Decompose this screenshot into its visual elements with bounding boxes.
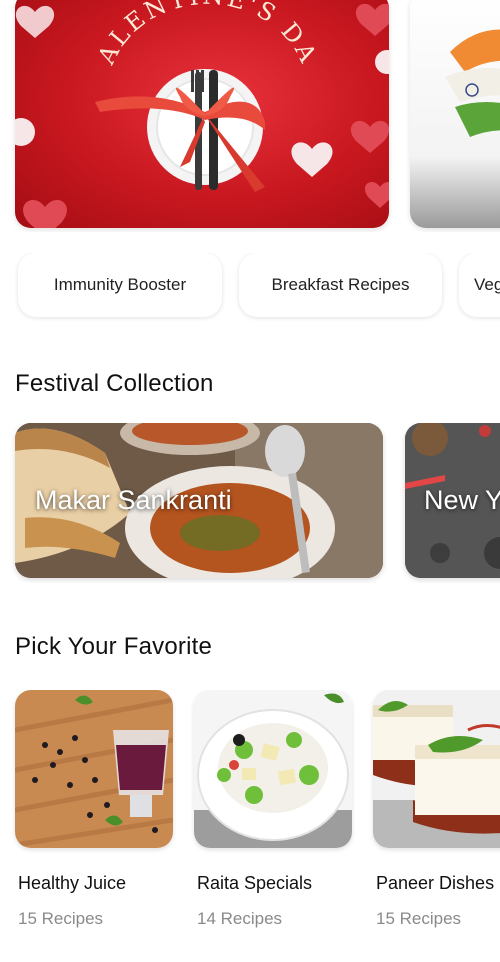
favorite-recipe-count: 15 Recipes [18,909,104,928]
chip-label: Breakfast Recipes [271,275,410,294]
category-chips: Immunity Booster Breakfast Recipes Veg [0,253,500,323]
festival-section-title: Festival Collection [15,370,214,397]
chip-label: Immunity Booster [53,275,187,294]
favorite-name: Raita Specials [197,873,313,893]
festival-card-makar-sankranti[interactable]: Makar Sankranti [15,423,383,578]
chip-immunity-booster[interactable]: Immunity Booster [18,253,222,317]
festival-carousel[interactable]: Makar Sankranti New Y [0,423,500,583]
valentines-day-banner[interactable]: VALENTINE'S DAY [15,0,389,228]
chip-veg[interactable]: Veg [459,253,500,317]
chip-breakfast-recipes[interactable]: Breakfast Recipes [239,253,442,317]
favorite-card-paneer-dishes[interactable]: Paneer Dishes 15 Recipes [373,690,500,928]
next-banner-preview[interactable] [410,0,500,228]
healthy-juice-image [15,690,173,848]
favorite-name: Healthy Juice [18,873,127,893]
hero-carousel[interactable]: VALENTINE'S DAY [0,0,500,232]
favorite-card-raita-specials[interactable]: Raita Specials 14 Recipes [194,690,352,928]
favorite-card-healthy-juice[interactable]: Healthy Juice 15 Recipes [15,690,173,928]
tricolor-illustration [445,29,500,137]
festival-card-label: Makar Sankranti [35,485,232,515]
raita-specials-image [194,690,352,848]
favorites-carousel[interactable]: Healthy Juice 15 Recipes Raita Specials … [0,690,500,940]
favorite-name: Paneer Dishes [376,873,495,893]
chip-label: Veg [474,275,500,294]
favorite-recipe-count: 14 Recipes [197,909,283,928]
festival-card-label: New Y [424,485,500,515]
valentine-illustration: VALENTINE'S DAY [15,0,389,228]
banner-title-art: VALENTINE'S DAY [15,0,323,69]
festival-card-new-year[interactable]: New Y [405,423,500,578]
favorites-section-title: Pick Your Favorite [15,633,213,660]
favorite-recipe-count: 15 Recipes [376,909,462,928]
paneer-dishes-image [373,690,500,848]
